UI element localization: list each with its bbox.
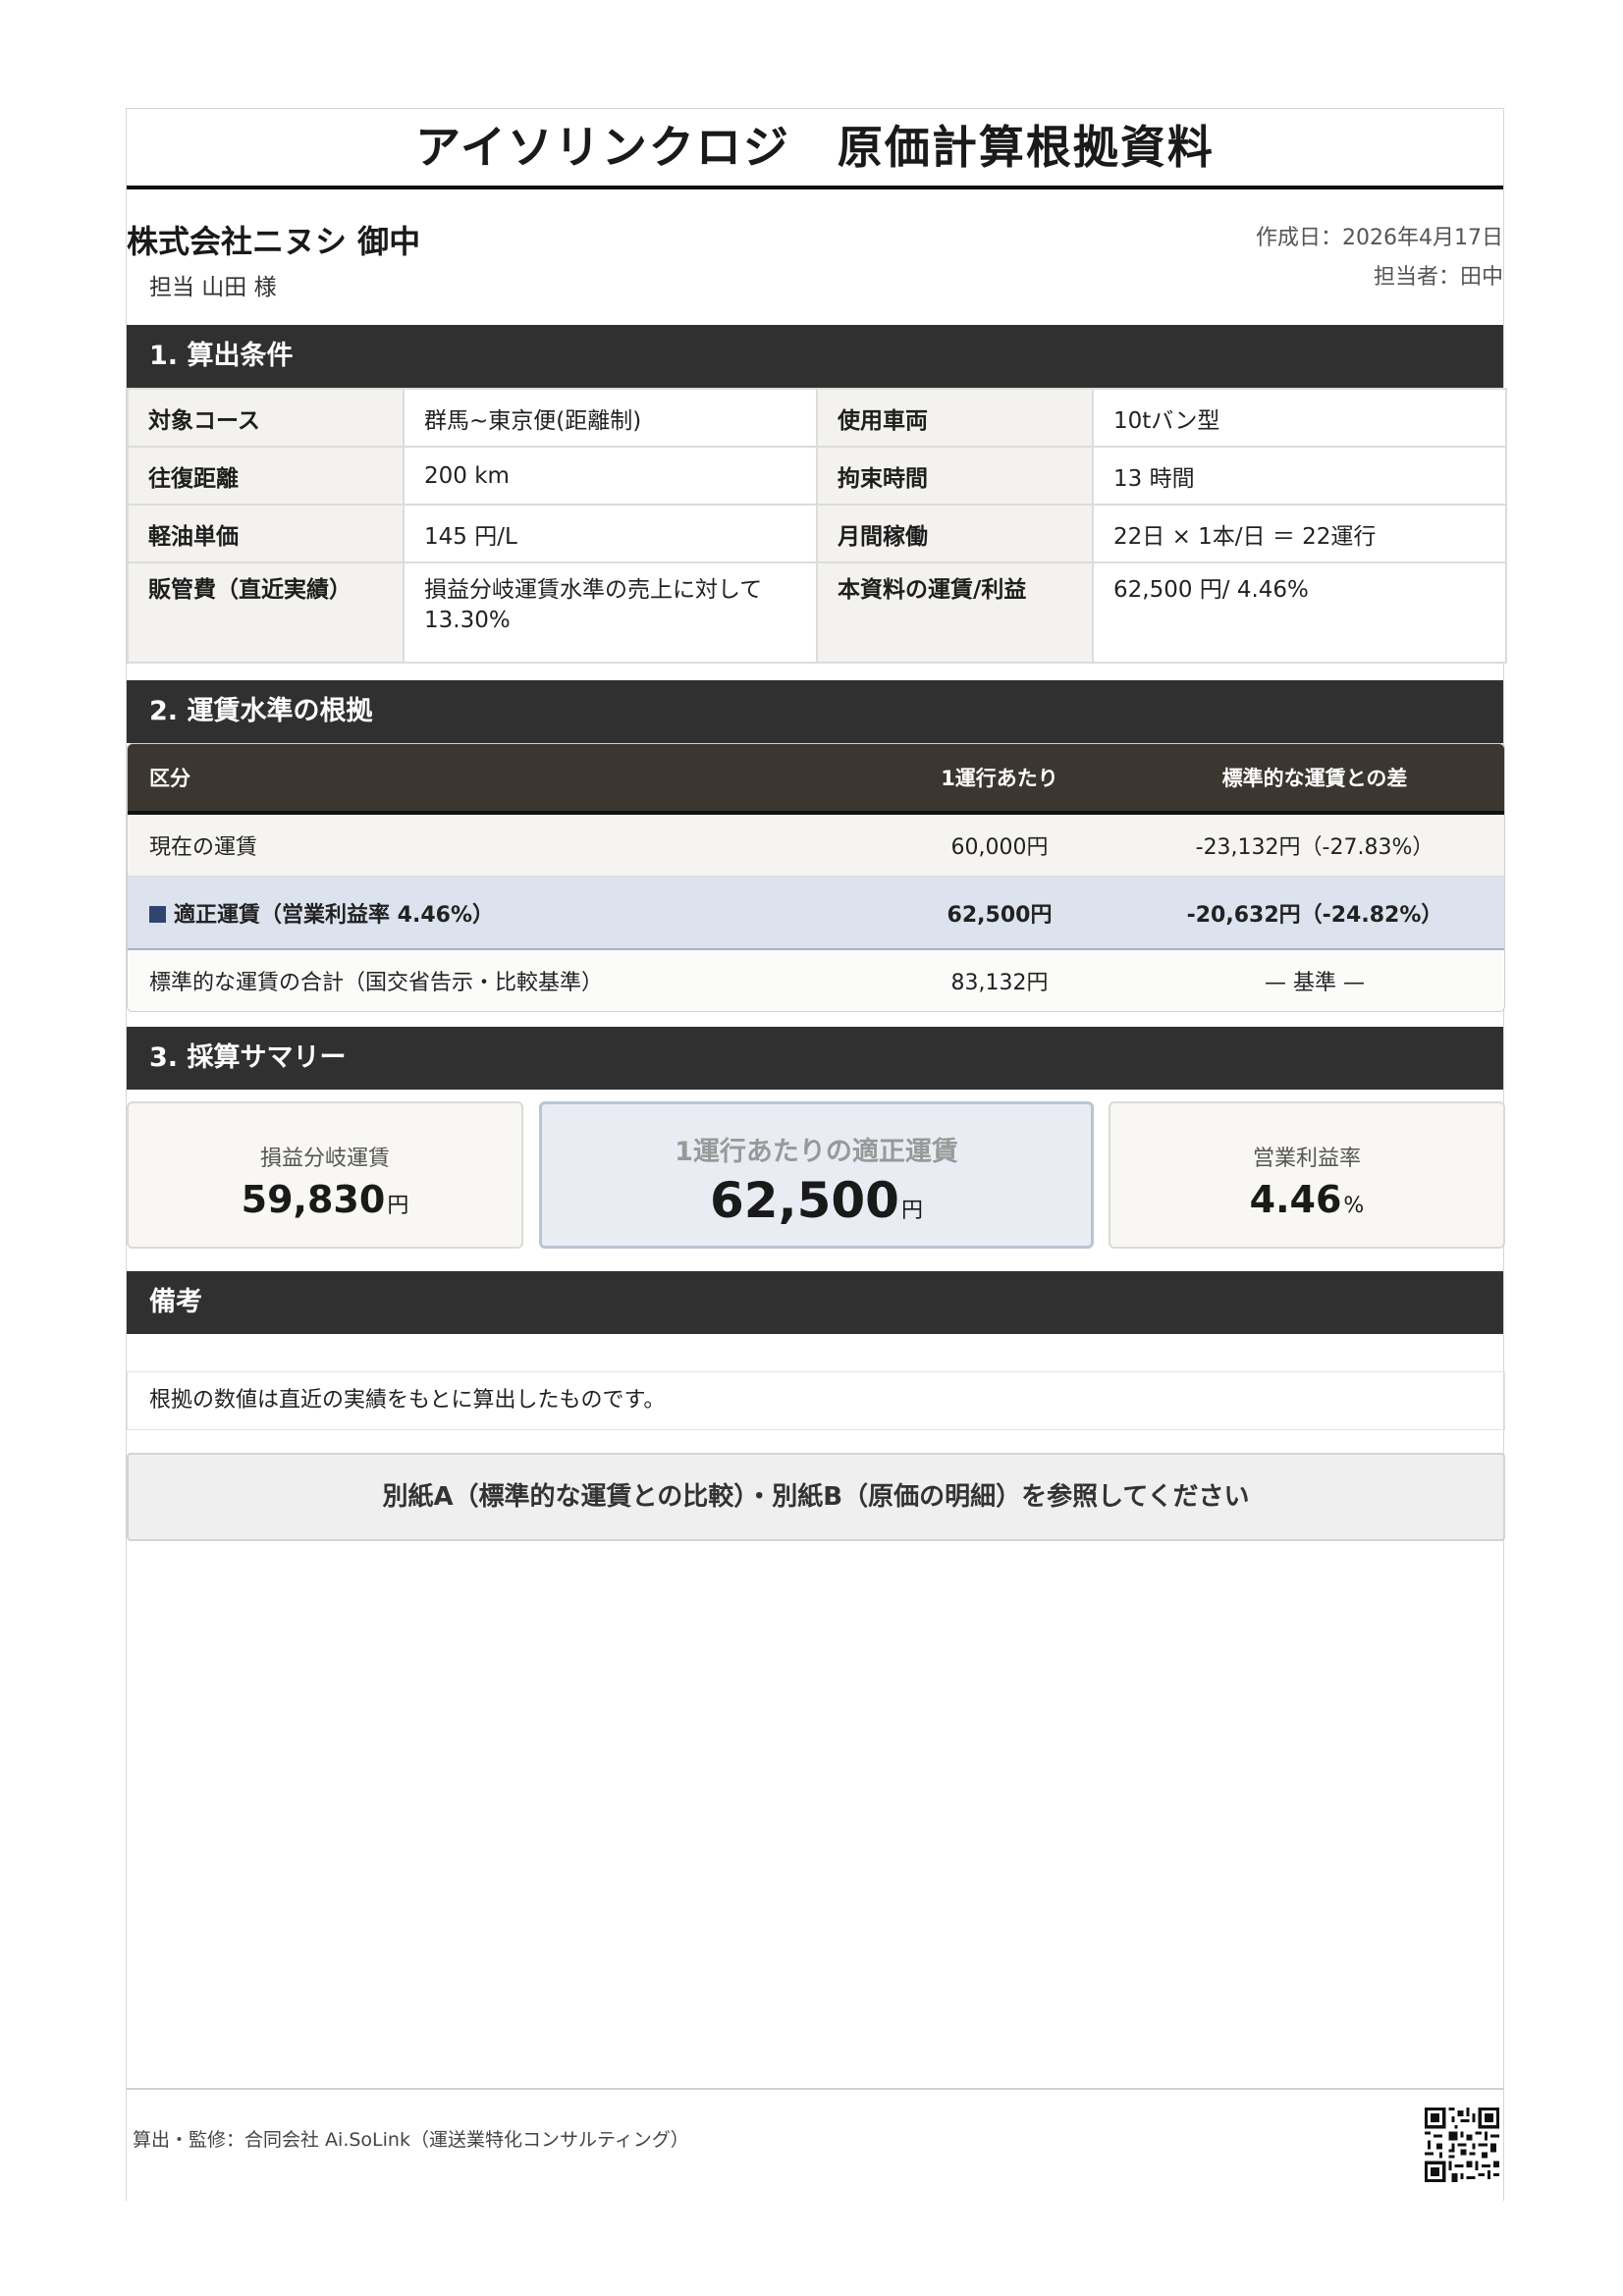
card-value-wrap: 59,830円 [129,1178,521,1221]
document-page: アイソリンクロジ 原価計算根拠資料 株式会社ニヌシ 御中 担当 山田 様 作成日… [126,108,1507,2201]
card-label: 損益分岐運賃 [259,1147,390,1171]
remarks-text: 根拠の数値は直近の実績をもとに算出したものです。 [127,1371,1505,1430]
card-value-wrap: 4.46% [1110,1178,1503,1221]
row-label: 適正運賃（営業利益率 4.46%） [174,903,494,928]
table-row: 対象コース 群馬~東京便(距離制) 使用車両 10tバン型 [127,388,1507,448]
card-value: 59,830 [241,1178,386,1221]
cell-value: 10tバン型 [1092,388,1507,448]
section-heading-remarks: 備考 [127,1271,1503,1334]
footer-divider [127,2088,1503,2090]
table-row: 標準的な運賃の合計（国交省告示・比較基準） 83,132円 — 基準 — [128,949,1504,1011]
cell-value: 損益分岐運賃水準の売上に対して13.30% [403,561,818,664]
summary-card-margin: 営業利益率 4.46% [1109,1101,1505,1249]
card-value: 62,500 [710,1172,899,1229]
author: 担当者：田中 [1373,265,1503,290]
title-divider [127,186,1503,189]
per-trip-value: 83,132円 [874,949,1125,1011]
footer-credit: 算出・監修：合同会社 Ai.SoLink（運送業特化コンサルティング） [133,2129,689,2151]
diff-value: -23,132円（-27.83%） [1125,813,1504,878]
table-row: 現在の運賃 60,000円 -23,132円（-27.83%） [128,813,1504,878]
cell-label: 月間稼働 [816,504,1094,563]
cell-value: 200 km [403,446,818,506]
column-header: 区分 [128,744,874,815]
table-row-highlight: 適正運賃（営業利益率 4.46%） 62,500円 -20,632円（-24.8… [128,876,1504,950]
table-row: 軽油単価 145 円/L 月間稼働 22日 × 1本/日 ＝ 22運行 [127,504,1507,563]
section-heading-conditions: 1. 算出条件 [127,325,1503,388]
fare-table: 区分 1運行あたり 標準的な運賃との差 現在の運賃 60,000円 -23,13… [128,744,1504,1011]
card-label: 1運行あたりの適正運賃 [675,1137,958,1167]
table-row: 販管費（直近実績） 損益分岐運賃水準の売上に対して13.30% 本資料の運賃/利… [127,561,1507,664]
section-heading-fare-basis: 2. 運賃水準の根拠 [127,680,1503,743]
fare-table-container: 区分 1運行あたり 標準的な運賃との差 現在の運賃 60,000円 -23,13… [127,743,1505,1012]
summary-card-breakeven: 損益分岐運賃 59,830円 [127,1101,523,1249]
cell-label: 販管費（直近実績） [127,561,405,664]
row-label: 標準的な運賃の合計（国交省告示・比較基準） [128,949,874,1011]
card-value: 4.46 [1249,1178,1342,1221]
card-unit: 円 [387,1194,409,1218]
per-trip-value: 62,500円 [874,876,1125,950]
card-label: 営業利益率 [1252,1147,1361,1171]
cell-label: 使用車両 [816,388,1094,448]
diff-value: — 基準 — [1125,949,1504,1011]
reference-banner: 別紙A（標準的な運賃との比較）・別紙B（原価の明細）を参照してください [127,1453,1505,1541]
cell-label: 対象コース [127,388,405,448]
client-name: 株式会社ニヌシ 御中 [127,223,421,260]
row-label: 現在の運賃 [128,813,874,878]
cell-value: 22日 × 1本/日 ＝ 22運行 [1092,504,1507,563]
card-unit: % [1343,1194,1365,1218]
table-header-row: 区分 1運行あたり 標準的な運賃との差 [128,744,1504,815]
diff-value: -20,632円（-24.82%） [1125,876,1504,950]
cell-value: 62,500 円/ 4.46% [1092,561,1507,664]
document-meta: 作成日：2026年4月17日 担当者：田中 [1256,219,1503,297]
cell-label: 往復距離 [127,446,405,506]
conditions-table: 対象コース 群馬~東京便(距離制) 使用車両 10tバン型 往復距離 200 k… [127,388,1507,664]
cell-label: 拘束時間 [816,446,1094,506]
cell-label: 本資料の運賃/利益 [816,561,1094,664]
cell-value: 13 時間 [1092,446,1507,506]
column-header: 1運行あたり [874,744,1125,815]
document-title: アイソリンクロジ 原価計算根拠資料 [415,121,1215,174]
card-unit: 円 [900,1199,923,1223]
table-row: 往復距離 200 km 拘束時間 13 時間 [127,446,1507,506]
column-header: 標準的な運賃との差 [1125,744,1504,815]
cell-value: 群馬~東京便(距離制) [403,388,818,448]
created-date: 作成日：2026年4月17日 [1256,226,1503,250]
per-trip-value: 60,000円 [874,813,1125,878]
cell-value: 145 円/L [403,504,818,563]
cell-label: 軽油単価 [127,504,405,563]
section-heading-summary: 3. 採算サマリー [127,1027,1503,1090]
square-marker-icon [149,906,166,923]
qr-code-icon [1425,2108,1499,2182]
row-label-cell: 適正運賃（営業利益率 4.46%） [128,876,874,950]
card-value-wrap: 62,500円 [542,1172,1091,1229]
summary-card-proper-fare: 1運行あたりの適正運賃 62,500円 [539,1101,1094,1249]
client-contact: 担当 山田 様 [149,275,277,300]
